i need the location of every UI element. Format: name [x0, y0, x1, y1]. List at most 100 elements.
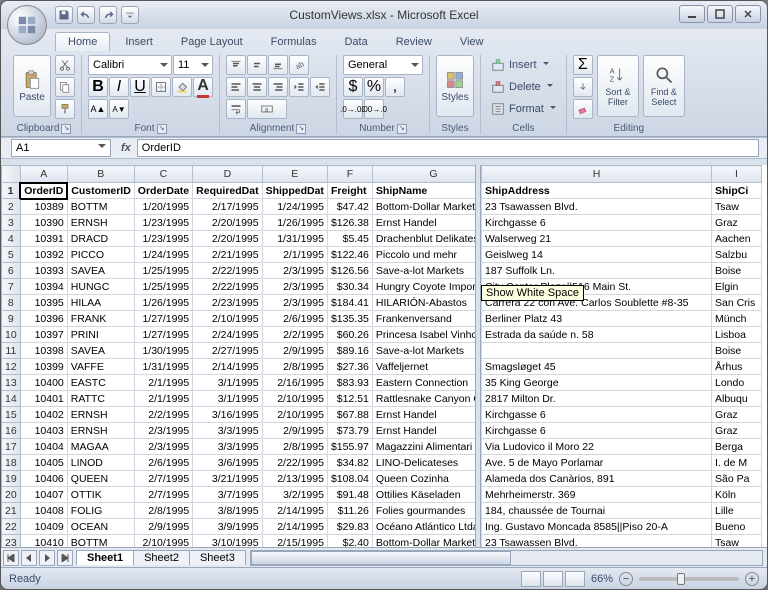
cell[interactable]: Lille [712, 503, 762, 519]
cell[interactable]: 1/23/1995 [134, 215, 192, 231]
cell[interactable]: ERNSH [67, 423, 134, 439]
maximize-button[interactable] [707, 5, 733, 23]
cell[interactable]: 2/3/1995 [262, 279, 327, 295]
cell[interactable]: 2/10/1995 [193, 311, 262, 327]
cell[interactable]: Estrada da saúde n. 58 [482, 327, 712, 343]
cell[interactable]: 2/22/1995 [193, 279, 262, 295]
cell[interactable]: 2817 Milton Dr. [482, 391, 712, 407]
cell[interactable]: 3/16/1995 [193, 407, 262, 423]
cell[interactable]: Hungry Coyote Import S [372, 279, 475, 295]
cell[interactable]: 3/3/1995 [193, 423, 262, 439]
row-header[interactable]: 23 [2, 535, 21, 548]
clear-button[interactable] [573, 99, 593, 119]
cell[interactable]: $155.97 [327, 439, 372, 455]
cell[interactable]: 184, chaussée de Tournai [482, 503, 712, 519]
zoom-in-button[interactable]: + [745, 572, 759, 586]
row-header[interactable]: 12 [2, 359, 21, 375]
cell[interactable]: LINOD [67, 455, 134, 471]
cell[interactable]: 2/2/1995 [134, 407, 192, 423]
format-painter-button[interactable] [55, 99, 75, 119]
cell[interactable]: 1/31/1995 [134, 359, 192, 375]
cell[interactable]: Frankenversand [372, 311, 475, 327]
tab-page-layout[interactable]: Page Layout [168, 32, 256, 51]
cell[interactable]: Smagsløget 45 [482, 359, 712, 375]
cell[interactable]: 1/20/1995 [134, 199, 192, 215]
cell[interactable]: Save-a-lot Markets [372, 263, 475, 279]
qat-customize-button[interactable] [121, 6, 139, 24]
font-size-select[interactable]: 11 [173, 55, 213, 75]
align-top-button[interactable] [226, 55, 246, 75]
paste-button[interactable]: Paste [13, 55, 51, 117]
font-name-select[interactable]: Calibri [88, 55, 172, 75]
cell[interactable]: $73.79 [327, 423, 372, 439]
cell[interactable]: HUNGC [67, 279, 134, 295]
tab-nav-last[interactable] [57, 550, 73, 566]
cell[interactable]: 2/7/1995 [134, 487, 192, 503]
cell[interactable]: 2/16/1995 [262, 375, 327, 391]
cell[interactable]: Graz [712, 407, 762, 423]
font-launcher[interactable]: ↘ [157, 124, 167, 134]
cell[interactable]: $126.56 [327, 263, 372, 279]
cell[interactable]: Lisboa [712, 327, 762, 343]
row-header[interactable]: 8 [2, 295, 21, 311]
cell[interactable]: Queen Cozinha [372, 471, 475, 487]
cell[interactable]: Rattlesnake Canyon Gro [372, 391, 475, 407]
row-header[interactable]: 22 [2, 519, 21, 535]
tab-nav-next[interactable] [39, 550, 55, 566]
cell[interactable]: Berga [712, 439, 762, 455]
cell[interactable]: QUEEN [67, 471, 134, 487]
zoom-level[interactable]: 66% [591, 573, 613, 585]
cell[interactable]: 10409 [20, 519, 67, 535]
cell[interactable]: ERNSH [67, 215, 134, 231]
row-header[interactable]: 16 [2, 423, 21, 439]
autosum-button[interactable]: Σ [573, 55, 593, 75]
cell[interactable]: 2/8/1995 [262, 439, 327, 455]
cell[interactable]: 35 King George [482, 375, 712, 391]
cell[interactable]: Bottom-Dollar Markets [372, 535, 475, 548]
cell[interactable]: 2/10/1995 [134, 535, 192, 548]
cell[interactable]: EASTC [67, 375, 134, 391]
cell[interactable]: Mehrheimerstr. 369 [482, 487, 712, 503]
increase-decimal-button[interactable]: .0→.00 [343, 99, 363, 119]
col-header-I[interactable]: I [712, 166, 762, 183]
cell[interactable]: SAVEA [67, 263, 134, 279]
tab-insert[interactable]: Insert [112, 32, 166, 51]
accounting-button[interactable]: $ [343, 77, 363, 97]
scrollbar-thumb[interactable] [251, 551, 511, 565]
cell[interactable]: 3/21/1995 [193, 471, 262, 487]
cell[interactable]: Alameda dos Canàrios, 891 [482, 471, 712, 487]
cell[interactable]: 10396 [20, 311, 67, 327]
cell[interactable]: VAFFE [67, 359, 134, 375]
cell[interactable]: 10401 [20, 391, 67, 407]
underline-button[interactable]: U [130, 77, 150, 97]
cell[interactable]: OrderDate [134, 183, 192, 199]
bold-button[interactable]: B [88, 77, 108, 97]
cell[interactable]: OrderID [20, 183, 67, 199]
cell[interactable]: 2/2/1995 [262, 327, 327, 343]
cell[interactable]: $83.93 [327, 375, 372, 391]
cell[interactable]: $126.38 [327, 215, 372, 231]
cell[interactable]: 2/22/1995 [262, 455, 327, 471]
zoom-out-button[interactable]: − [619, 572, 633, 586]
cell[interactable]: 3/1/1995 [193, 391, 262, 407]
cell[interactable]: 2/14/1995 [193, 359, 262, 375]
cell[interactable]: Piccolo und mehr [372, 247, 475, 263]
percent-button[interactable]: % [364, 77, 384, 97]
cell[interactable]: Elgin [712, 279, 762, 295]
copy-button[interactable] [55, 77, 75, 97]
cell[interactable]: Vaffeljernet [372, 359, 475, 375]
col-header-G[interactable]: G [372, 166, 475, 183]
fx-icon[interactable]: fx [121, 142, 131, 154]
cell[interactable]: 2/8/1995 [262, 359, 327, 375]
cell[interactable]: 3/8/1995 [193, 503, 262, 519]
cell[interactable]: Kirchgasse 6 [482, 407, 712, 423]
cell[interactable]: $47.42 [327, 199, 372, 215]
cell[interactable]: 2/15/1995 [262, 535, 327, 548]
fill-color-button[interactable] [172, 77, 192, 97]
cell[interactable]: 2/1/1995 [262, 247, 327, 263]
cell[interactable]: 1/23/1995 [134, 231, 192, 247]
col-header-C[interactable]: C [134, 166, 192, 183]
cell[interactable]: Graz [712, 215, 762, 231]
cell[interactable]: BOTTM [67, 535, 134, 548]
name-box[interactable]: A1 [11, 139, 111, 157]
